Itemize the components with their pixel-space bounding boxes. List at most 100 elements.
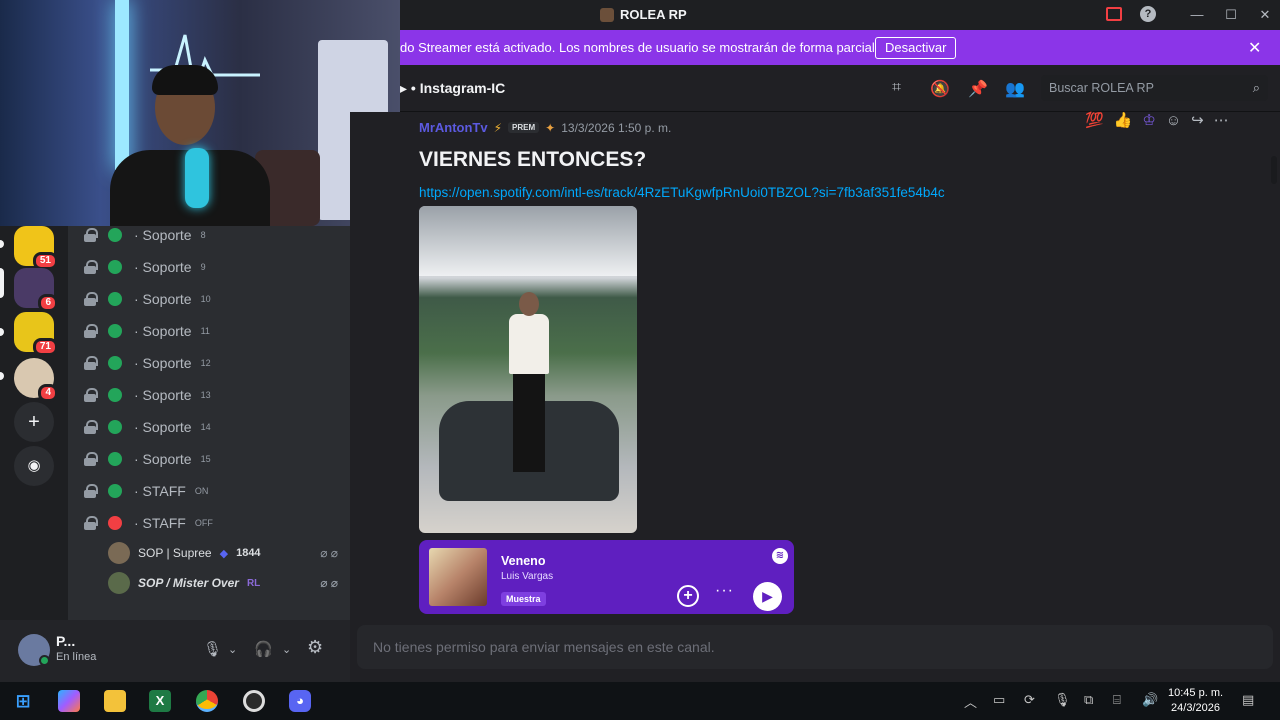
chrome-icon[interactable]: [196, 690, 218, 712]
banner-text: do Streamer está activado. Los nombres d…: [400, 40, 879, 55]
excel-icon[interactable]: X: [149, 690, 171, 712]
channel-name: · Soporte: [134, 451, 192, 467]
track-artist[interactable]: Luis Vargas: [501, 571, 553, 582]
chevron-up-icon[interactable]: ︿: [964, 692, 977, 711]
capture-icon[interactable]: ⧉: [1084, 692, 1093, 708]
battery-icon[interactable]: ▭: [993, 692, 1005, 708]
reaction-thumbs-icon[interactable]: 👍: [1114, 111, 1133, 129]
voice-channel[interactable]: · Soporte 15: [84, 445, 334, 473]
voice-channel[interactable]: · Soporte 12: [84, 349, 334, 377]
voice-channel[interactable]: · Soporte 8: [84, 221, 334, 249]
muted-icon: ⌀ ⌀: [320, 576, 338, 590]
voice-user-name: SOP | Supree: [138, 546, 212, 560]
add-server-button[interactable]: +: [14, 402, 54, 442]
channel-name: · STAFF: [134, 515, 186, 531]
notifications-icon[interactable]: ▤: [1242, 692, 1254, 708]
windows-taskbar: ⊞ X ◕ ︿ ▭ ⟳ 🎙 ⧉ ⌸ 🔊 10:45 p. m. 24/3/202…: [0, 682, 1280, 720]
play-button[interactable]: ▶: [753, 582, 782, 611]
album-cover[interactable]: [429, 548, 487, 606]
streamer-mode-banner: do Streamer está activado. Los nombres d…: [400, 30, 1280, 65]
channel-suffix: 11: [200, 326, 210, 336]
spotify-icon[interactable]: ≋: [772, 548, 788, 564]
discord-icon[interactable]: ◕: [289, 690, 311, 712]
volume-icon[interactable]: 🔊: [1142, 692, 1158, 708]
voice-channel[interactable]: · STAFF OFF: [84, 509, 334, 537]
avatar: [108, 542, 130, 564]
status-dot: [108, 356, 122, 370]
lock-icon: [84, 388, 98, 402]
chevron-down-icon[interactable]: ⌄: [228, 643, 237, 656]
reaction-100-icon[interactable]: 💯: [1085, 111, 1104, 129]
banner-close-icon[interactable]: ✕: [1248, 38, 1261, 58]
threads-icon[interactable]: ⌗: [892, 79, 901, 97]
user-panel: P... En línea 🎙 ⌄ 🎧 ⌄ ⚙: [0, 620, 350, 682]
add-reaction-icon[interactable]: ☺: [1166, 112, 1181, 129]
server-pill: [0, 328, 4, 336]
search-input[interactable]: Buscar ROLEA RP ⌕: [1041, 75, 1268, 101]
voice-channel[interactable]: · Soporte 9: [84, 253, 334, 281]
reaction-custom-icon[interactable]: ♔: [1142, 111, 1155, 129]
voice-channel[interactable]: · Soporte 10: [84, 285, 334, 313]
members-icon[interactable]: 👥: [1005, 79, 1025, 99]
more-icon[interactable]: ⋯: [1214, 111, 1229, 129]
taskbar-clock[interactable]: 10:45 p. m. 24/3/2026: [1168, 686, 1223, 716]
message-link[interactable]: https://open.spotify.com/intl-es/track/4…: [419, 185, 945, 200]
user-name: P...: [56, 633, 76, 649]
network-icon[interactable]: ⌸: [1113, 692, 1121, 708]
voice-channel[interactable]: · STAFF ON: [84, 477, 334, 505]
server-icon-2[interactable]: 6: [14, 268, 58, 312]
voice-user[interactable]: SOP / Mister Over RL ⌀ ⌀: [108, 570, 338, 596]
server-pill: [0, 240, 4, 248]
settings-gear-icon[interactable]: ⚙: [307, 637, 323, 658]
sync-icon[interactable]: ⟳: [1024, 692, 1035, 708]
screen-share-icon[interactable]: [1106, 7, 1122, 21]
voice-user[interactable]: SOP | Supree ◆ 1844 ⌀ ⌀: [108, 540, 338, 566]
add-track-button[interactable]: +: [677, 585, 699, 607]
microphone: [185, 148, 209, 208]
status-dot: [108, 324, 122, 338]
track-title[interactable]: Veneno: [501, 554, 545, 568]
chevron-down-icon[interactable]: ⌄: [282, 643, 291, 656]
status-dot: [108, 228, 122, 242]
person: [509, 292, 549, 482]
message-image[interactable]: [419, 206, 637, 533]
message-timestamp: 13/3/2026 1:50 p. m.: [561, 120, 672, 135]
file-explorer-icon[interactable]: [104, 690, 126, 712]
server-icon-3[interactable]: 71: [14, 312, 58, 356]
mic-tray-icon[interactable]: 🎙: [1054, 692, 1071, 708]
server-icon-4[interactable]: 4: [14, 358, 58, 402]
channel-name: · Soporte: [134, 291, 192, 307]
server-icon-1[interactable]: 51: [14, 226, 58, 270]
deactivate-button[interactable]: Desactivar: [875, 37, 957, 59]
channel-suffix: 14: [200, 422, 211, 432]
start-windows-icon[interactable]: ⊞: [12, 690, 34, 712]
channel-suffix: OFF: [194, 518, 213, 528]
explore-servers-button[interactable]: ◉: [14, 446, 54, 486]
minimize-button[interactable]: —: [1188, 7, 1206, 23]
voice-channel[interactable]: · Soporte 14: [84, 413, 334, 441]
forward-icon[interactable]: ↪: [1191, 111, 1204, 129]
voice-channel[interactable]: · Soporte 11: [84, 317, 334, 345]
message-author[interactable]: MrAntonTv: [419, 120, 488, 135]
channel-name: · Soporte: [134, 323, 192, 339]
scrollbar[interactable]: [1271, 156, 1277, 184]
window-title-text: ROLEA RP: [620, 7, 687, 22]
headphones-icon[interactable]: 🎧: [254, 640, 273, 658]
status-dot: [108, 260, 122, 274]
voice-user-extra: RL: [246, 577, 261, 589]
more-options-icon[interactable]: ···: [715, 582, 734, 600]
server-badge: 6: [38, 294, 58, 312]
channel-header: ▸ • Instagram-IC ⌗ 🔕 📌 👥 Buscar ROLEA RP…: [400, 65, 1280, 112]
voice-channel[interactable]: · Soporte 13: [84, 381, 334, 409]
lock-icon: [84, 516, 98, 530]
obs-icon[interactable]: [243, 690, 265, 712]
copilot-icon[interactable]: [58, 690, 80, 712]
help-icon[interactable]: ?: [1140, 6, 1156, 22]
lock-icon: [84, 324, 98, 338]
server-list: 51 6 71 4 + ◉: [0, 226, 68, 620]
notifications-muted-icon[interactable]: 🔕: [930, 79, 950, 99]
maximize-button[interactable]: ☐: [1222, 7, 1240, 23]
pin-icon[interactable]: 📌: [968, 79, 988, 99]
microphone-icon[interactable]: 🎙: [203, 640, 222, 658]
close-window-button[interactable]: ✕: [1256, 7, 1274, 23]
